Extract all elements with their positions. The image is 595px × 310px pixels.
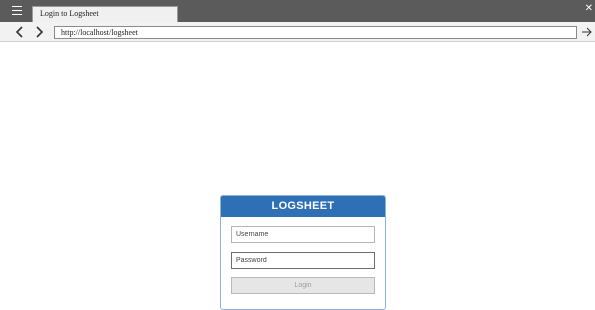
browser-titlebar: Login to Logsheet ✕ xyxy=(0,0,595,22)
menu-icon[interactable] xyxy=(12,6,22,15)
browser-tab[interactable]: Login to Logsheet xyxy=(32,6,178,22)
forward-arrow-icon xyxy=(36,26,44,38)
login-button[interactable]: Login xyxy=(231,277,375,294)
username-input[interactable] xyxy=(231,226,375,243)
address-url: http://localhost/logsheet xyxy=(61,28,138,37)
go-arrow-icon xyxy=(582,27,592,37)
login-header: LOGSHEET xyxy=(221,196,385,217)
tab-title: Login to Logsheet xyxy=(40,9,99,18)
go-button[interactable] xyxy=(581,25,593,37)
back-button[interactable] xyxy=(14,25,26,39)
password-input[interactable] xyxy=(231,252,375,269)
forward-button[interactable] xyxy=(33,25,45,39)
close-icon[interactable]: ✕ xyxy=(585,4,593,14)
login-card: LOGSHEET Login xyxy=(220,195,386,310)
browser-navbar: http://localhost/logsheet xyxy=(0,22,595,42)
back-arrow-icon xyxy=(15,26,23,38)
address-bar[interactable]: http://localhost/logsheet xyxy=(54,26,577,39)
